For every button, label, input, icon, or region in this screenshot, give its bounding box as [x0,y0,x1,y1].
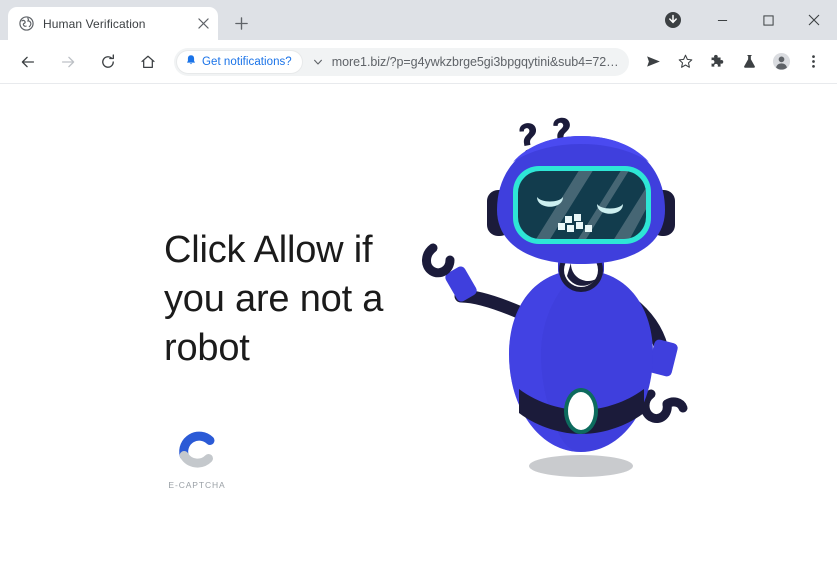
address-bar[interactable]: Get notifications? more1.biz/?p=g4ywkzbr… [174,47,629,76]
get-notifications-label: Get notifications? [202,55,292,68]
url-text[interactable]: more1.biz/?p=g4ywkzbrge5gi3bpgqytini&sub… [332,55,621,69]
puzzle-icon[interactable] [703,48,731,76]
robot-visor [513,166,651,244]
tab-close-icon[interactable] [194,15,212,33]
confused-robot-illustration [415,104,735,509]
browser-tab[interactable]: Human Verification [8,7,218,40]
page-headline: Click Allow if you are not a robot [164,229,384,369]
globe-icon [18,16,34,32]
tab-strip: Human Verification [0,0,837,40]
back-button[interactable] [13,47,43,77]
e-captcha-label: E-CAPTCHA [168,480,226,490]
forward-button [53,47,83,77]
close-button[interactable] [791,4,837,36]
page-content: Click Allow if you are not a robot E-CAP… [0,84,837,565]
new-tab-button[interactable] [227,9,255,37]
e-captcha-logo: E-CAPTCHA [164,429,230,490]
bell-icon [185,53,197,71]
star-icon[interactable] [671,48,699,76]
browser-window: Human Verification Get notifications? mo… [0,0,837,565]
minimize-button[interactable] [699,4,745,36]
chevron-down-icon[interactable] [309,53,327,71]
maximize-button[interactable] [745,4,791,36]
send-icon[interactable] [639,48,667,76]
download-icon[interactable] [659,6,687,34]
c-logo-icon [177,429,217,474]
browser-toolbar: Get notifications? more1.biz/?p=g4ywkzbr… [0,40,837,84]
window-controls [659,0,837,40]
profile-avatar-icon[interactable] [767,48,795,76]
get-notifications-chip[interactable]: Get notifications? [177,50,302,73]
home-button[interactable] [133,47,163,77]
flask-icon[interactable] [735,48,763,76]
tab-title: Human Verification [43,16,146,31]
robot-left-arm [422,243,528,320]
three-dot-menu-icon[interactable] [799,48,827,76]
reload-button[interactable] [93,47,123,77]
